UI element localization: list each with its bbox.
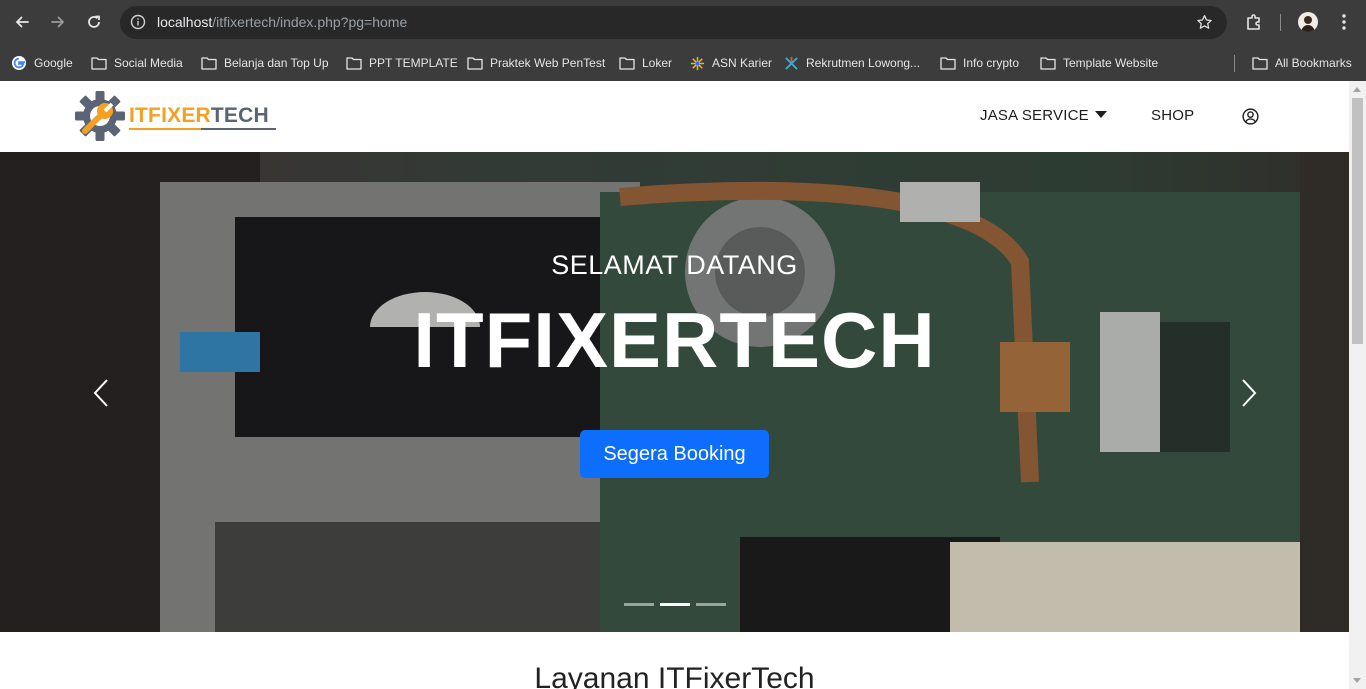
menu-kebab-icon[interactable] bbox=[1334, 12, 1354, 32]
scroll-down-icon[interactable] bbox=[1353, 678, 1361, 683]
forward-button[interactable] bbox=[44, 8, 72, 36]
bookmarks-bar: Google Social Media Belanja dan Top Up P… bbox=[0, 45, 1366, 81]
rekrutmen-icon bbox=[785, 56, 798, 70]
bookmark-google[interactable]: Google bbox=[11, 53, 73, 73]
bookmark-rekrutmen[interactable]: Rekrutmen Lowong... bbox=[784, 53, 920, 73]
user-account-icon[interactable] bbox=[1242, 108, 1259, 125]
bookmark-label: PPT TEMPLATE bbox=[369, 56, 458, 70]
folder-icon bbox=[1040, 57, 1056, 70]
address-bar[interactable]: localhost/itfixertech/index.php?pg=home bbox=[120, 6, 1227, 39]
logo-text-orange: ITFIXER bbox=[129, 104, 211, 127]
booking-button[interactable]: Segera Booking bbox=[580, 430, 769, 478]
url-path: /itfixertech/index.php?pg=home bbox=[212, 14, 408, 30]
carousel-indicator-1[interactable] bbox=[624, 603, 654, 606]
bookmark-label: Praktek Web PenTest bbox=[490, 56, 606, 70]
bookmarks-separator bbox=[1234, 55, 1235, 72]
hero-title: ITFIXERTECH bbox=[413, 296, 936, 384]
bookmark-ppt-template[interactable]: PPT TEMPLATE bbox=[346, 53, 458, 73]
bookmark-praktek-web[interactable]: Praktek Web PenTest bbox=[467, 53, 605, 73]
bookmark-label: Social Media bbox=[114, 56, 183, 70]
bookmark-asn-karier[interactable]: ASN Karier bbox=[690, 53, 772, 73]
hero-welcome-text: SELAMAT DATANG bbox=[551, 250, 798, 280]
nav-jasa-service-label: JASA SERVICE bbox=[980, 107, 1089, 124]
bookmark-info-crypto[interactable]: Info crypto bbox=[940, 53, 1019, 73]
asn-icon bbox=[690, 56, 705, 70]
all-bookmarks-button[interactable]: All Bookmarks bbox=[1252, 53, 1352, 73]
bookmark-label: Loker bbox=[642, 56, 673, 70]
extensions-icon[interactable] bbox=[1244, 12, 1264, 32]
browser-toolbar: localhost/itfixertech/index.php?pg=home bbox=[0, 0, 1366, 45]
folder-icon bbox=[940, 57, 956, 70]
folder-icon bbox=[1252, 57, 1268, 70]
url-host: localhost bbox=[157, 14, 213, 30]
arrow-left-icon bbox=[15, 16, 29, 28]
reload-button[interactable] bbox=[80, 8, 108, 36]
hero-overlay bbox=[0, 152, 1349, 632]
bookmark-social-media[interactable]: Social Media bbox=[91, 53, 183, 73]
bookmark-label: Google bbox=[34, 56, 73, 70]
bookmark-template-website[interactable]: Template Website bbox=[1040, 53, 1158, 73]
nav-jasa-service-dropdown[interactable]: JASA SERVICE bbox=[980, 107, 1107, 124]
folder-icon bbox=[91, 57, 107, 70]
site-info-icon[interactable] bbox=[130, 14, 146, 30]
carousel-indicator-3[interactable] bbox=[696, 603, 726, 606]
carousel-indicator-2[interactable] bbox=[660, 603, 690, 606]
profile-avatar[interactable] bbox=[1298, 12, 1318, 32]
bookmark-label: Belanja dan Top Up bbox=[224, 56, 329, 70]
logo-wordmark: ITFIXERTECH bbox=[129, 104, 269, 128]
google-icon bbox=[12, 56, 26, 70]
bookmark-label: ASN Karier bbox=[712, 56, 773, 70]
page-scrollbar[interactable] bbox=[1349, 81, 1366, 689]
all-bookmarks-label: All Bookmarks bbox=[1275, 56, 1352, 70]
site-navbar: ITFIXERTECH JASA SERVICE SHOP bbox=[0, 81, 1349, 152]
web-page: ITFIXERTECH JASA SERVICE SHOP SELAMAT DA… bbox=[0, 81, 1349, 689]
bookmark-label: Rekrutmen Lowong... bbox=[806, 56, 921, 70]
bookmark-star-icon[interactable] bbox=[1196, 14, 1213, 31]
logo-underline bbox=[129, 128, 276, 130]
nav-shop[interactable]: SHOP bbox=[1151, 107, 1194, 124]
logo-text-gray: TECH bbox=[210, 104, 269, 127]
caret-down-icon bbox=[1094, 111, 1107, 118]
arrow-right-icon bbox=[51, 16, 65, 28]
bookmark-label: Template Website bbox=[1063, 56, 1159, 70]
hero-carousel: SELAMAT DATANG ITFIXERTECH Segera Bookin… bbox=[0, 152, 1349, 632]
scroll-thumb[interactable] bbox=[1352, 98, 1363, 344]
folder-icon bbox=[346, 57, 362, 70]
reload-icon bbox=[88, 15, 100, 28]
url-text: localhost/itfixertech/index.php?pg=home bbox=[157, 14, 407, 30]
folder-icon bbox=[619, 57, 635, 70]
toolbar-separator bbox=[1280, 14, 1281, 31]
site-logo[interactable]: ITFIXERTECH bbox=[74, 90, 279, 144]
services-section-title: Layanan ITFixerTech bbox=[534, 662, 815, 689]
profile-picture-icon bbox=[1301, 16, 1315, 32]
back-button[interactable] bbox=[8, 8, 36, 36]
bookmark-label: Info crypto bbox=[963, 56, 1020, 70]
bookmark-belanja[interactable]: Belanja dan Top Up bbox=[201, 53, 329, 73]
bookmark-loker[interactable]: Loker bbox=[619, 53, 672, 73]
folder-icon bbox=[201, 57, 217, 70]
gear-wrench-icon bbox=[75, 91, 125, 141]
nav-shop-label: SHOP bbox=[1151, 107, 1195, 124]
scroll-up-icon[interactable] bbox=[1353, 87, 1361, 92]
folder-icon bbox=[467, 57, 483, 70]
